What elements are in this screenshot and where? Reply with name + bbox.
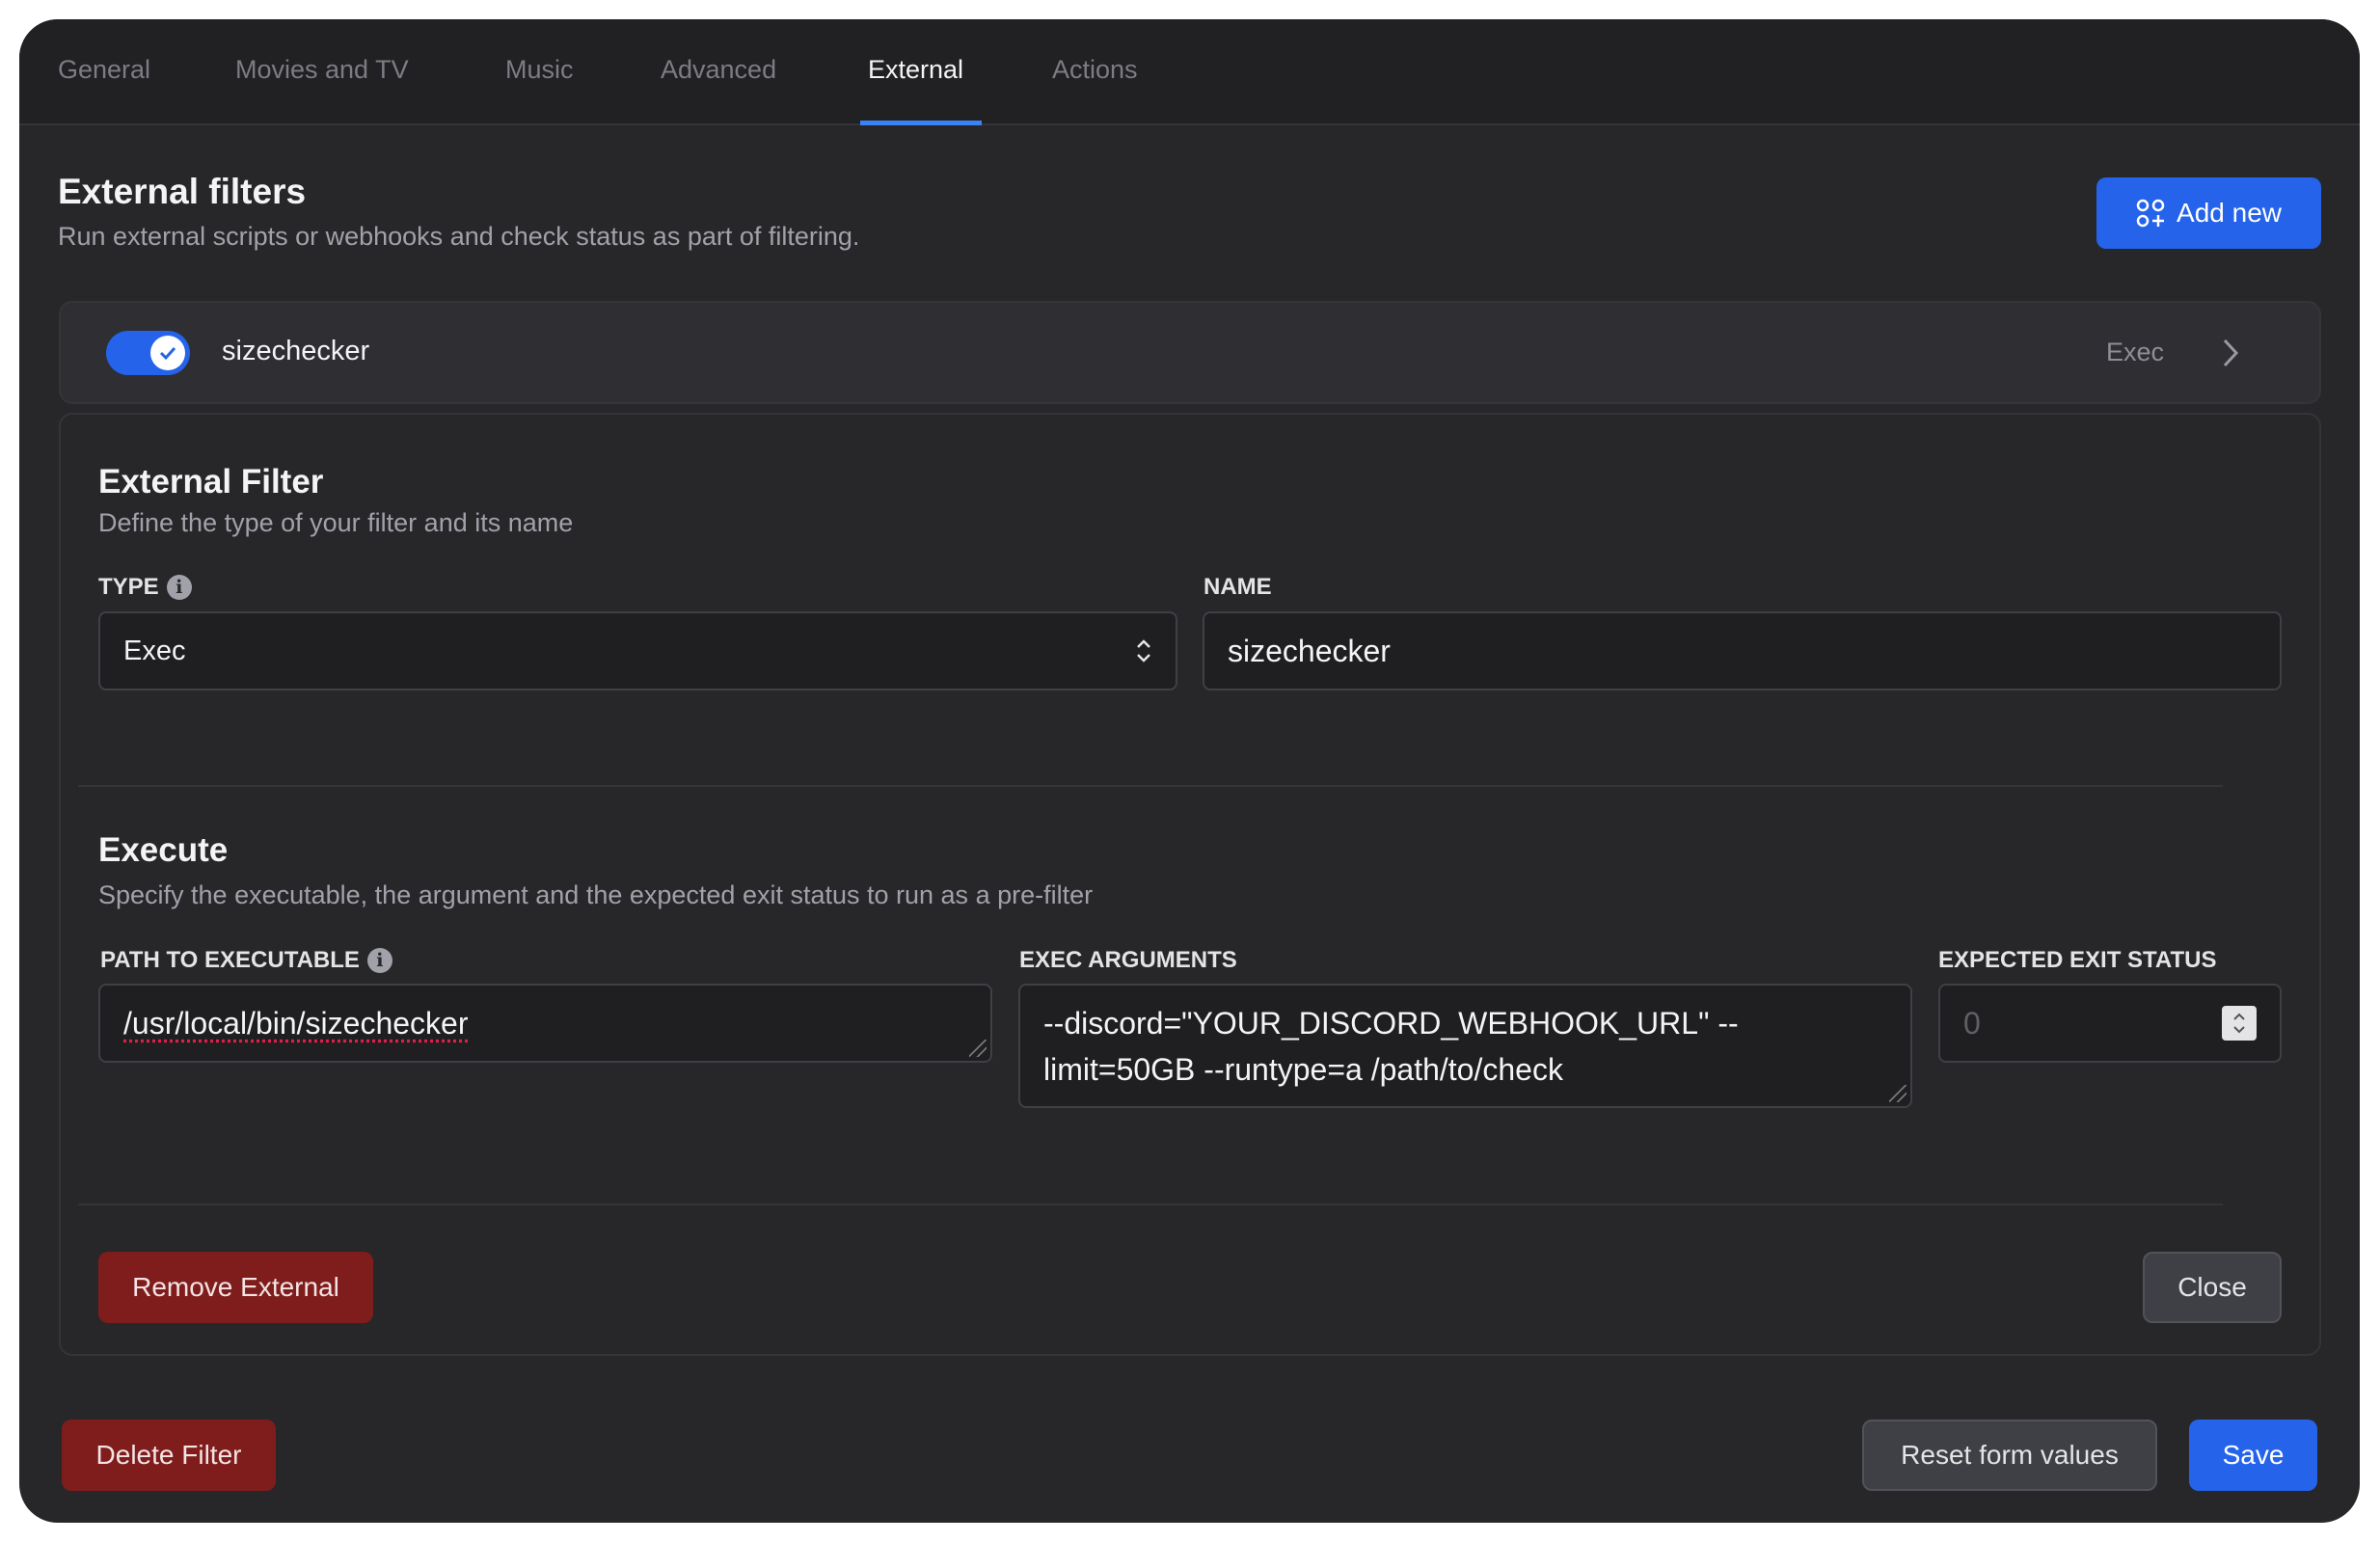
settings-window: General Movies and TV Music Advanced Ext… xyxy=(19,19,2360,1523)
tab-advanced[interactable]: Advanced xyxy=(661,55,776,85)
page-title: External filters xyxy=(58,172,307,211)
name-input-value: sizechecker xyxy=(1228,633,1391,668)
name-input[interactable]: sizechecker xyxy=(1203,611,2282,690)
chevron-right-icon[interactable] xyxy=(2221,338,2240,368)
chevron-up-down-icon xyxy=(1137,639,1150,663)
remove-external-button[interactable]: Remove External xyxy=(98,1252,373,1323)
filter-list-item[interactable]: sizechecker Exec xyxy=(59,301,2321,404)
reset-form-button[interactable]: Reset form values xyxy=(1862,1420,2157,1491)
execute-subtitle: Specify the executable, the argument and… xyxy=(98,880,1094,909)
exit-status-label: EXPECTED EXIT STATUS xyxy=(1938,947,2217,973)
resize-handle[interactable] xyxy=(969,1040,987,1057)
section-divider xyxy=(78,785,2223,787)
type-select[interactable]: Exec xyxy=(98,611,1177,690)
check-icon xyxy=(150,336,185,370)
args-label: EXEC ARGUMENTS xyxy=(1019,947,1237,973)
exit-status-value: 0 xyxy=(1963,1005,1981,1041)
path-label-text: PATH TO EXECUTABLE xyxy=(100,947,360,973)
tab-bar: General Movies and TV Music Advanced Ext… xyxy=(19,19,2360,125)
tab-external[interactable]: External xyxy=(868,55,963,85)
tab-general[interactable]: General xyxy=(58,55,150,85)
args-line-1: --discord="YOUR_DISCORD_WEBHOOK_URL" -- xyxy=(1043,1005,1739,1041)
args-textarea[interactable]: --discord="YOUR_DISCORD_WEBHOOK_URL" -- … xyxy=(1018,984,1912,1108)
resize-handle[interactable] xyxy=(1889,1085,1907,1102)
info-icon[interactable]: i xyxy=(366,948,392,973)
name-label: NAME xyxy=(1204,574,1272,600)
filter-type: Exec xyxy=(2106,338,2165,366)
path-input[interactable]: /usr/local/bin/sizechecker xyxy=(98,984,992,1063)
path-label: PATH TO EXECUTABLE i xyxy=(100,947,392,974)
number-spinner[interactable] xyxy=(2222,1006,2257,1041)
exit-status-input[interactable]: 0 xyxy=(1938,984,2282,1063)
save-button[interactable]: Save xyxy=(2189,1420,2317,1491)
filter-name: sizechecker xyxy=(222,336,370,366)
add-grid-icon xyxy=(2136,199,2165,228)
info-icon[interactable]: i xyxy=(166,575,192,600)
type-select-value: Exec xyxy=(123,635,186,666)
page-subtitle: Run external scripts or webhooks and che… xyxy=(58,222,860,251)
add-new-button[interactable]: Add new xyxy=(2096,177,2321,249)
tab-music[interactable]: Music xyxy=(505,55,574,85)
tab-actions[interactable]: Actions xyxy=(1052,55,1138,85)
close-button[interactable]: Close xyxy=(2143,1252,2282,1323)
add-new-label: Add new xyxy=(2177,198,2282,228)
active-tab-indicator xyxy=(860,121,982,125)
form-title: External Filter xyxy=(98,463,324,500)
tab-movies-and-tv[interactable]: Movies and TV xyxy=(235,55,409,85)
execute-title: Execute xyxy=(98,831,229,869)
type-label: TYPE i xyxy=(98,574,192,601)
args-line-2: limit=50GB --runtype=a /path/to/check xyxy=(1043,1051,1563,1087)
delete-filter-button[interactable]: Delete Filter xyxy=(62,1420,276,1491)
section-divider xyxy=(78,1204,2223,1205)
path-input-value: /usr/local/bin/sizechecker xyxy=(123,1005,469,1041)
type-label-text: TYPE xyxy=(98,574,159,600)
form-subtitle: Define the type of your filter and its n… xyxy=(98,508,574,537)
enabled-toggle[interactable] xyxy=(106,331,190,375)
